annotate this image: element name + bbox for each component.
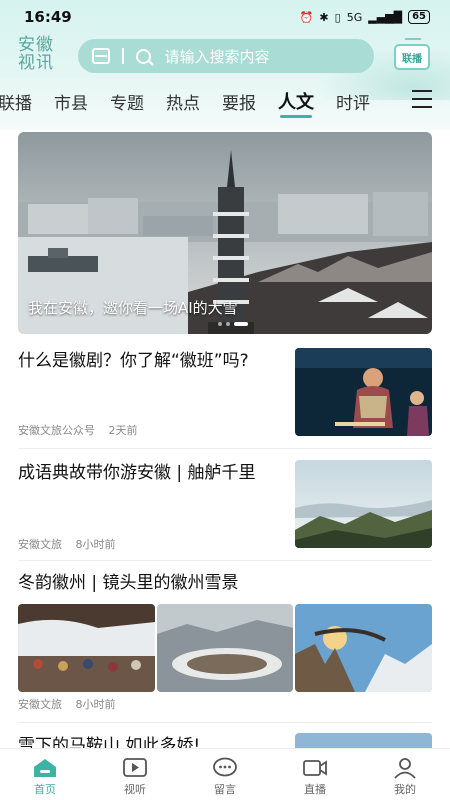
nav-profile[interactable]: 我的	[360, 749, 450, 800]
news-divider	[18, 722, 432, 723]
signal-label: 5G	[346, 10, 363, 24]
news-title: 冬韵徽州 | 镜头里的徽州雪景	[18, 573, 239, 593]
news-source: 安徽文旅	[18, 538, 62, 551]
video-icon	[123, 758, 147, 777]
news-thumbnail	[295, 733, 432, 748]
signal-icon: ▂▄▆█	[368, 10, 403, 24]
nav-label: 留言	[214, 783, 236, 796]
banner-carousel[interactable]: 我在安徽，邀你看一场AI的大雪	[18, 132, 432, 334]
app-logo[interactable]: 安徽 视讯	[18, 36, 66, 72]
news-meta: 安徽文旅 8小时前	[18, 696, 126, 712]
chat-icon	[213, 757, 237, 777]
nav-video[interactable]: 视听	[90, 749, 180, 800]
news-time: 2天前	[108, 424, 138, 437]
search-icon	[135, 48, 151, 64]
news-title: 什么是徽剧？你了解“徽班”吗?	[18, 351, 249, 371]
news-source: 安徽文旅公众号	[18, 424, 95, 437]
bluetooth-icon: ✱	[319, 10, 329, 24]
nav-label: 我的	[394, 783, 416, 796]
news-meta: 安徽文旅 8小时前	[18, 536, 126, 552]
gallery-image	[295, 604, 433, 692]
status-bar: 16:49 ⏰ ✱ ▯ 5G ▂▄▆█ 65	[0, 0, 450, 34]
status-icons: ⏰ ✱ ▯ 5G ▂▄▆█ 65	[300, 10, 430, 24]
search-bar[interactable]: 请输入搜索内容	[78, 39, 374, 73]
channel-menu-icon[interactable]	[412, 90, 432, 108]
status-time: 16:49	[24, 8, 72, 26]
scan-icon[interactable]	[92, 48, 110, 64]
channel-tabs: 联播 市县 专题 热点 要报 人文 时评	[0, 84, 450, 118]
news-item-gallery[interactable]: 冬韵徽州 | 镜头里的徽州雪景 安徽文旅 8小时前	[18, 570, 433, 712]
news-title: 雪下的马鞍山 如此多娇!	[18, 736, 201, 748]
search-divider	[122, 48, 124, 64]
nav-home[interactable]: 首页	[0, 749, 90, 800]
news-divider	[18, 560, 432, 561]
nav-live[interactable]: 直播	[270, 749, 360, 800]
news-meta: 安徽文旅公众号 2天前	[18, 422, 148, 438]
app-header: 安徽 视讯 请输入搜索内容 联播	[0, 34, 450, 78]
alarm-icon: ⏰	[299, 10, 314, 24]
nav-comment[interactable]: 留言	[180, 749, 270, 800]
carousel-dot	[218, 322, 222, 326]
news-thumbnail	[295, 348, 432, 436]
carousel-indicator	[218, 322, 248, 326]
news-gallery	[18, 604, 433, 692]
news-item[interactable]: 雪下的马鞍山 如此多娇!	[18, 733, 432, 748]
news-divider	[18, 448, 432, 449]
battery-icon: 65	[408, 10, 430, 24]
logo-line2: 视讯	[18, 53, 54, 73]
carousel-dot	[226, 322, 230, 326]
logo-line1: 安徽	[18, 35, 54, 55]
tab-shixian[interactable]: 市县	[54, 89, 88, 114]
gallery-image	[156, 604, 294, 692]
carousel-dot-active	[234, 322, 248, 326]
tab-zhuanti[interactable]: 专题	[110, 89, 144, 114]
news-item[interactable]: 什么是徽剧？你了解“徽班”吗? 安徽文旅公众号 2天前	[18, 348, 432, 438]
nav-label: 直播	[304, 783, 326, 796]
news-item[interactable]: 成语典故带你游安徽 | 舳舻千里 安徽文旅 8小时前	[18, 460, 432, 552]
tab-yaobao[interactable]: 要报	[222, 89, 256, 114]
gallery-image	[18, 604, 155, 692]
tab-shiping[interactable]: 时评	[336, 89, 370, 114]
live-tv-label: 联播	[402, 53, 422, 65]
home-icon	[34, 759, 56, 777]
news-title: 成语典故带你游安徽 | 舳舻千里	[18, 463, 256, 483]
live-tv-button[interactable]: 联播	[392, 38, 432, 74]
news-thumbnail	[295, 460, 432, 548]
bottom-navigation: 首页 视听 留言 直播 我的	[0, 748, 450, 800]
banner-caption: 我在安徽，邀你看一场AI的大雪	[28, 299, 238, 317]
tv-icon: 联播	[394, 44, 430, 70]
tab-lianbo[interactable]: 联播	[0, 89, 32, 114]
search-input[interactable]: 请输入搜索内容	[165, 46, 270, 67]
news-time: 8小时前	[75, 538, 116, 551]
vibrate-icon: ▯	[334, 10, 341, 24]
tab-renwen[interactable]: 人文	[278, 88, 314, 118]
news-time: 8小时前	[75, 698, 116, 711]
tab-redian[interactable]: 热点	[166, 89, 200, 114]
nav-label: 首页	[34, 783, 56, 796]
user-icon	[394, 758, 416, 779]
live-camera-icon	[303, 760, 327, 776]
news-source: 安徽文旅	[18, 698, 62, 711]
nav-label: 视听	[124, 783, 146, 796]
